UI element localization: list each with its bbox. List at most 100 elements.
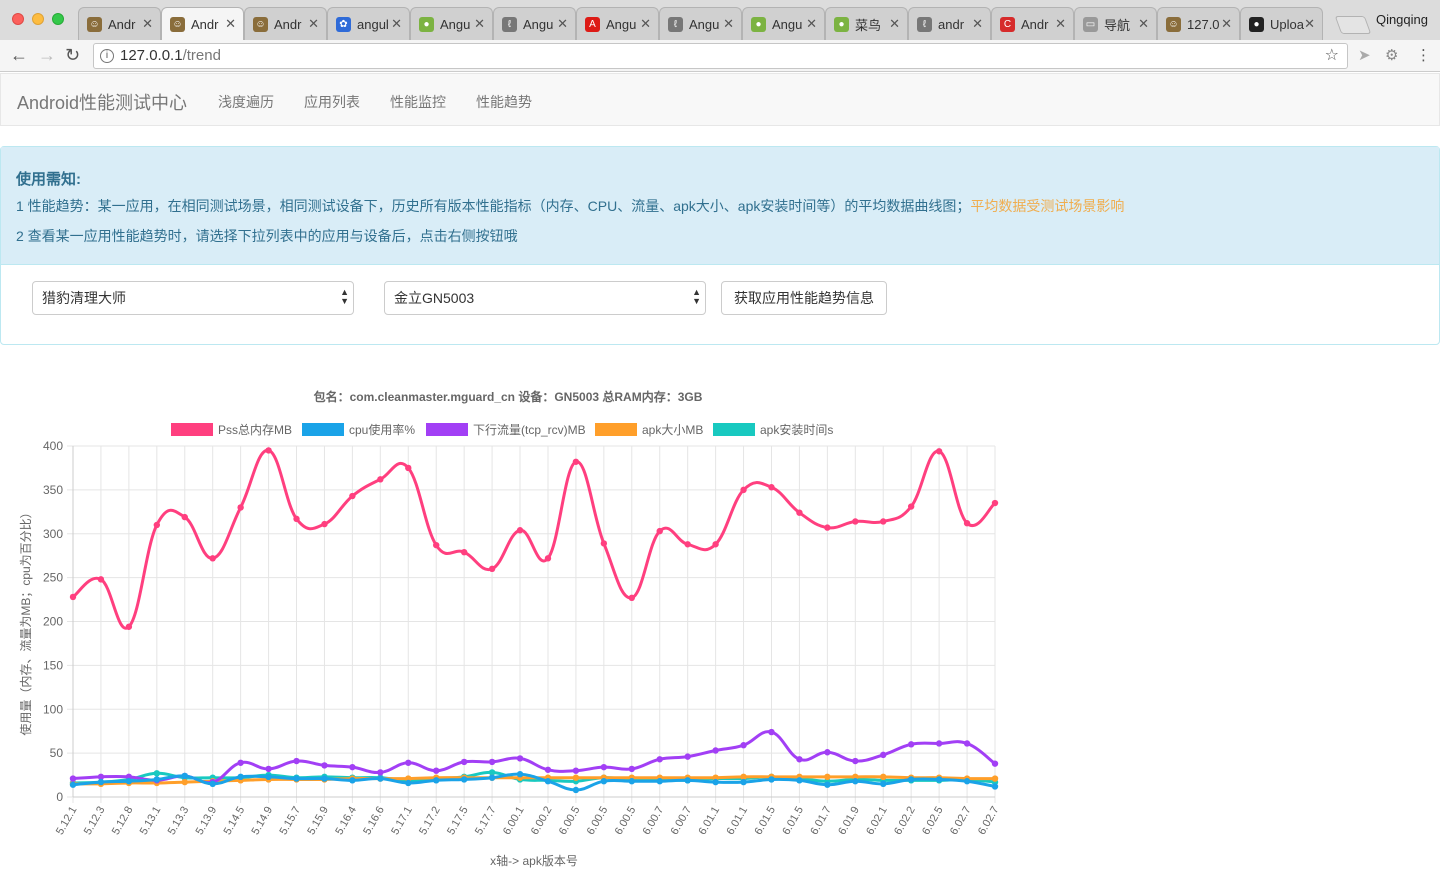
sync-extension-icon[interactable]: ⚙ <box>1385 46 1398 64</box>
brand-title[interactable]: Android性能测试中心 <box>17 89 187 115</box>
x-tick-label: 5.17.2 <box>417 805 443 837</box>
minimize-window-button[interactable] <box>32 13 44 25</box>
browser-tab[interactable]: A Angu ✕ <box>576 7 659 40</box>
x-tick-label: 6.01.9 <box>836 805 862 837</box>
menu-dots-icon[interactable]: ⋮ <box>1416 46 1431 64</box>
data-point <box>321 775 328 782</box>
nav-link-performance-trend[interactable]: 性能趋势 <box>476 92 532 112</box>
close-window-button[interactable] <box>12 13 24 25</box>
legend-swatch <box>171 423 213 436</box>
browser-tab[interactable]: ☺ Andr ✕ <box>161 7 244 40</box>
close-tab-icon[interactable]: ✕ <box>142 16 153 32</box>
frog-icon: ● <box>419 16 434 32</box>
app-select[interactable]: 猎豹清理大师 ▲ ▼ <box>32 281 354 315</box>
data-point <box>433 777 440 784</box>
browser-tab[interactable]: ✿ angul ✕ <box>327 7 410 40</box>
browser-tab-label: Angu <box>606 16 637 32</box>
data-point <box>460 548 468 556</box>
browser-tab-label: 导航 <box>1104 17 1131 33</box>
data-point <box>768 776 775 783</box>
browser-tab[interactable]: C Andr ✕ <box>991 7 1074 40</box>
x-tick-label: 6.00.2 <box>529 805 555 837</box>
close-tab-icon[interactable]: ✕ <box>308 16 319 32</box>
maximize-window-button[interactable] <box>52 13 64 25</box>
data-point <box>181 778 188 786</box>
back-arrow-icon[interactable]: ← <box>10 45 28 66</box>
forward-arrow-icon[interactable]: → <box>38 45 56 66</box>
nav-link-performance-monitor[interactable]: 性能监控 <box>390 92 446 112</box>
data-point <box>935 740 943 747</box>
nav-link-shallow-traversal[interactable]: 浅度遍历 <box>218 92 274 112</box>
nav-link-app-list[interactable]: 应用列表 <box>304 92 360 112</box>
close-tab-icon[interactable]: ✕ <box>474 16 485 32</box>
data-point <box>293 757 300 765</box>
browser-titlebar: ☺ Andr ✕ ☺ Andr ✕ ☺ Andr ✕ ✿ angul ✕ ● Angu ✕ ℓ Angu ✕ A An… <box>0 0 1440 40</box>
browser-tab[interactable]: ℓ Angu ✕ <box>659 7 742 40</box>
device-select[interactable]: 金立GN5003 ▲ ▼ <box>384 281 706 315</box>
close-tab-icon[interactable]: ✕ <box>889 16 900 32</box>
browser-tab[interactable]: ● Uploa ✕ <box>1240 7 1323 40</box>
close-tab-icon[interactable]: ✕ <box>972 16 983 32</box>
select-arrows-icon: ▲ ▼ <box>692 287 701 306</box>
close-tab-icon[interactable]: ✕ <box>640 16 651 32</box>
frog-icon: ● <box>751 16 766 32</box>
browser-tab[interactable]: ℓ Angu ✕ <box>493 7 576 40</box>
browser-tab-label: 127.0 <box>1187 16 1220 32</box>
browser-tab[interactable]: ☺ Andr ✕ <box>244 7 327 40</box>
close-tab-icon[interactable]: ✕ <box>1304 16 1315 32</box>
close-tab-icon[interactable]: ✕ <box>1221 16 1232 32</box>
close-tab-icon[interactable]: ✕ <box>806 16 817 32</box>
wrench-icon: ℓ <box>668 16 683 32</box>
data-point <box>824 749 831 756</box>
bookmark-star-icon[interactable]: ☆ <box>1325 44 1339 68</box>
browser-tab-label: 菜鸟 <box>855 17 882 33</box>
x-tick-label: 5.17.1 <box>389 805 415 837</box>
browser-tab-label: andr <box>938 16 965 32</box>
new-tab-button[interactable] <box>1334 16 1372 34</box>
close-tab-icon[interactable]: ✕ <box>391 16 402 32</box>
select-arrows-icon: ▲ ▼ <box>340 287 349 306</box>
data-point <box>572 786 580 794</box>
data-point <box>69 781 77 788</box>
data-point <box>572 458 580 465</box>
legend-swatch <box>713 423 755 436</box>
profile-name[interactable]: Qingqing <box>1376 12 1428 27</box>
close-tab-icon[interactable]: ✕ <box>557 16 568 32</box>
legend-label: cpu使用率% <box>349 422 415 437</box>
y-tick-label: 100 <box>43 702 63 716</box>
get-trend-button[interactable]: 获取应用性能趋势信息 <box>721 281 887 315</box>
x-tick-label: 6.02.7 <box>976 805 1002 837</box>
x-tick-label: 6.00.1 <box>501 805 527 837</box>
browser-tab[interactable]: ▭ 导航 ✕ <box>1074 7 1157 40</box>
notice-line-1: 1 性能趋势：某一应用，在相同测试场景，相同测试设备下，历史所有版本性能指标（内… <box>16 196 1124 216</box>
legend-label: Pss总内存MB <box>218 423 292 437</box>
browser-tab[interactable]: ☺ 127.0 ✕ <box>1157 7 1240 40</box>
frog-icon: ● <box>834 16 849 32</box>
data-point <box>488 565 496 573</box>
data-point <box>768 728 775 736</box>
extension-icon[interactable]: ➤ <box>1358 46 1371 64</box>
x-tick-label: 5.13.1 <box>138 805 164 837</box>
browser-tab[interactable]: ℓ andr ✕ <box>908 7 991 40</box>
avatar-icon: ☺ <box>253 16 268 32</box>
address-bar[interactable]: i 127.0.0.1/trend ☆ <box>93 43 1348 69</box>
reload-icon[interactable]: ↻ <box>65 45 80 66</box>
data-point <box>460 776 468 783</box>
usage-notice-panel: 使用需知: 1 性能趋势：某一应用，在相同测试场景，相同测试设备下，历史所有版本… <box>0 146 1440 345</box>
x-tick-label: 5.17.5 <box>445 805 471 837</box>
series-line <box>72 448 997 630</box>
close-tab-icon[interactable]: ✕ <box>225 16 236 32</box>
data-point <box>935 776 943 783</box>
info-icon[interactable]: i <box>100 49 114 63</box>
browser-tab[interactable]: ● 菜鸟 ✕ <box>825 7 908 40</box>
browser-tab[interactable]: ● Angu ✕ <box>410 7 493 40</box>
x-tick-label: 5.16.6 <box>361 805 387 837</box>
data-point <box>237 759 244 766</box>
close-tab-icon[interactable]: ✕ <box>1055 16 1066 32</box>
site-navbar: Android性能测试中心 浅度遍历 应用列表 性能监控 性能趋势 <box>0 73 1440 126</box>
close-tab-icon[interactable]: ✕ <box>723 16 734 32</box>
browser-tab[interactable]: ● Angu ✕ <box>742 7 825 40</box>
close-tab-icon[interactable]: ✕ <box>1138 16 1149 32</box>
data-point <box>600 540 608 547</box>
browser-tab[interactable]: ☺ Andr ✕ <box>78 7 161 40</box>
